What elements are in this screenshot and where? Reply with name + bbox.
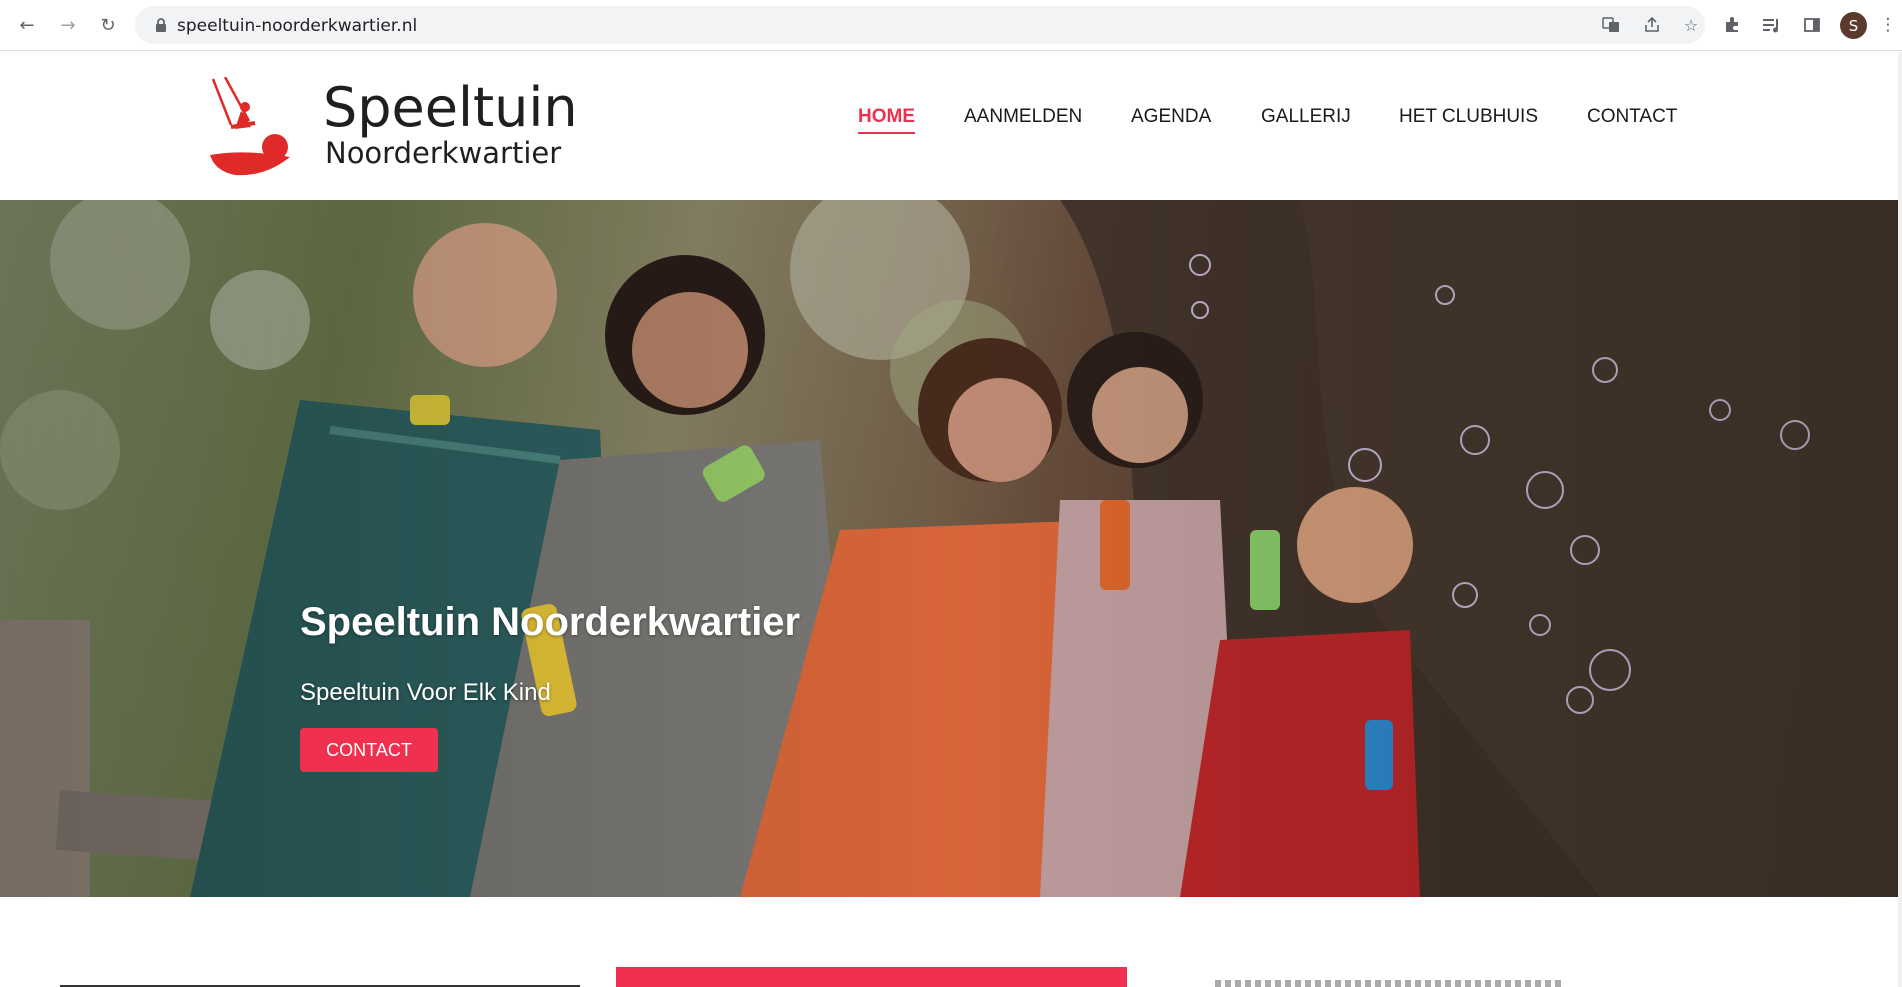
side-panel-icon[interactable] bbox=[1800, 13, 1824, 37]
logo-subtitle[interactable]: Noorderkwartier bbox=[325, 136, 561, 170]
share-icon[interactable] bbox=[1642, 15, 1662, 35]
nav-aanmelden[interactable]: AANMELDEN bbox=[964, 106, 1082, 128]
address-bar[interactable]: speeltuin-noorderkwartier.nl ☆ bbox=[135, 6, 1705, 44]
accent-block bbox=[616, 967, 1127, 987]
hero-contact-button[interactable]: CONTACT bbox=[300, 728, 438, 772]
extensions-icon[interactable] bbox=[1720, 13, 1744, 37]
site-header: Speeltuin Noorderkwartier HOME AANMELDEN… bbox=[0, 52, 1902, 200]
star-icon[interactable]: ☆ bbox=[1681, 15, 1701, 35]
forward-arrow-icon[interactable]: → bbox=[56, 13, 80, 37]
lock-icon bbox=[156, 18, 166, 32]
nav-agenda[interactable]: AGENDA bbox=[1131, 106, 1211, 128]
hero-overlay bbox=[0, 200, 1898, 897]
nav-gallerij[interactable]: GALLERIJ bbox=[1261, 106, 1351, 128]
nav-contact[interactable]: CONTACT bbox=[1587, 106, 1677, 128]
hero-subtitle: Speeltuin Voor Elk Kind bbox=[300, 679, 551, 706]
translate-icon[interactable] bbox=[1601, 15, 1621, 35]
menu-icon[interactable]: ⋮ bbox=[1880, 13, 1897, 37]
back-arrow-icon[interactable]: ← bbox=[15, 13, 39, 37]
page-scrollbar[interactable] bbox=[1898, 52, 1902, 987]
main-navigation: HOME AANMELDEN AGENDA GALLERIJ HET CLUBH… bbox=[0, 106, 1902, 136]
browser-toolbar: ← → ↻ speeltuin-noorderkwartier.nl ☆ S ⋮ bbox=[0, 0, 1902, 51]
active-underline bbox=[858, 132, 915, 134]
hero-title: Speeltuin Noorderkwartier bbox=[300, 600, 801, 644]
hero-section: Speeltuin Noorderkwartier Speeltuin Voor… bbox=[0, 200, 1898, 897]
reload-icon[interactable]: ↻ bbox=[96, 13, 120, 37]
url-text[interactable]: speeltuin-noorderkwartier.nl bbox=[177, 16, 417, 36]
nav-home[interactable]: HOME bbox=[858, 106, 915, 134]
nav-home-label: HOME bbox=[858, 106, 915, 127]
nav-het-clubhuis[interactable]: HET CLUBHUIS bbox=[1399, 106, 1538, 128]
content-section bbox=[0, 897, 1898, 987]
cut-off-text bbox=[1215, 980, 1565, 987]
profile-avatar[interactable]: S bbox=[1840, 12, 1867, 39]
media-icon[interactable] bbox=[1760, 13, 1784, 37]
